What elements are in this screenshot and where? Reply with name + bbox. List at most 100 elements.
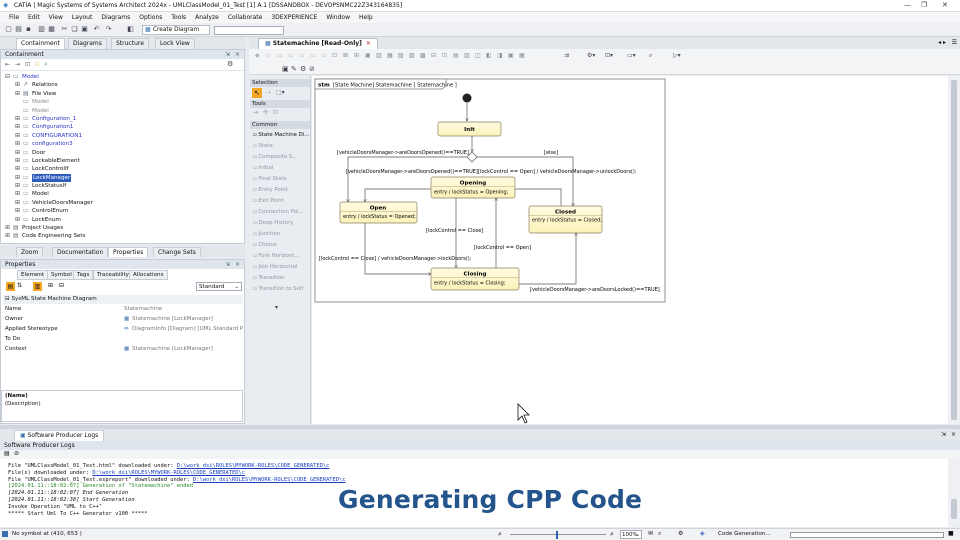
link-icon[interactable]: ⊘ xyxy=(309,65,315,73)
log-path-link[interactable]: D:\work_dsi\ROLES\MYWORK-ROLES\CODE_GENE… xyxy=(177,463,330,469)
tab-tags[interactable]: Tags xyxy=(73,270,94,280)
mode-select[interactable]: Standard ⌄ xyxy=(196,282,242,291)
undo-icon[interactable]: ↶ xyxy=(92,25,101,34)
diagram-tool-icon[interactable]: ▦ xyxy=(387,52,393,59)
expand-icon[interactable]: ⊞ xyxy=(15,90,20,98)
diagram-tool-icon[interactable]: ▩ xyxy=(420,52,426,59)
pin-icon[interactable]: ⇲ xyxy=(225,50,230,59)
sort-icon[interactable]: ⇅ xyxy=(17,282,22,289)
expand-icon[interactable]: ⊞ xyxy=(15,81,20,89)
diagram-tool-icon[interactable]: ▤ xyxy=(453,52,459,59)
menu-3dexperience[interactable]: 3DEXPERIENCE xyxy=(271,14,317,21)
diagram-tool-icon[interactable]: ◆ xyxy=(255,52,260,59)
tab-software-producer-logs[interactable]: ▣ Software Producer Logs xyxy=(14,430,105,441)
filter-icon[interactable]: ▥ xyxy=(33,282,42,291)
tab-properties[interactable]: Properties xyxy=(108,247,149,257)
palette-item[interactable]: ▫ State xyxy=(253,143,273,149)
zoom-in-icon[interactable]: ⌕ xyxy=(610,530,614,539)
tab-documentation[interactable]: Documentation xyxy=(52,247,109,257)
scroll-tabs-icon[interactable]: ◂ ▸ xyxy=(938,39,946,46)
tab-containment[interactable]: Containment xyxy=(16,38,65,49)
property-row[interactable]: Applied Stereotype ⇔ DiagramInfo [Diagram]… xyxy=(4,326,243,335)
zoom-level-select[interactable]: 100% ⌄ xyxy=(620,530,642,539)
menu-edit[interactable]: Edit xyxy=(28,14,40,21)
tab-zoom[interactable]: Zoom xyxy=(16,247,44,257)
palette-item[interactable]: ▫ Junction xyxy=(253,231,280,237)
expand-icon[interactable]: ⊞ xyxy=(5,224,10,232)
diagram-tool-icon[interactable]: ▥ xyxy=(464,52,470,59)
menu-help[interactable]: Help xyxy=(359,14,373,21)
tree-item[interactable]: ⊞ ▤ File View xyxy=(1,90,244,98)
menu-analyze[interactable]: Analyze xyxy=(195,14,219,21)
tree-item[interactable]: ▭ Model xyxy=(1,107,244,115)
tree-item[interactable]: ⊞ ▭ LockControlIf xyxy=(1,165,244,173)
categorized-icon[interactable]: ▤ xyxy=(6,282,15,291)
palette-item[interactable]: ▫ State Machine Di... xyxy=(253,132,309,138)
diagram-tool-icon[interactable]: ⊟ xyxy=(431,52,436,59)
tree-item[interactable]: ⊞ ▭ LockableElement xyxy=(1,157,244,165)
gear-icon[interactable]: ⚙ xyxy=(227,60,233,68)
settings-icon[interactable]: ⚙ xyxy=(300,65,306,73)
diagram-tool-icon[interactable]: ◫ xyxy=(475,52,481,59)
save-log-icon[interactable]: ▤ xyxy=(4,450,10,457)
state-open[interactable]: Open entry / lockStatus = Opened; xyxy=(339,201,418,224)
expand-icon[interactable]: ⊞ xyxy=(15,216,20,224)
cut-icon[interactable]: ✂ xyxy=(60,25,69,34)
expand-icon[interactable]: ⇥ xyxy=(15,61,20,68)
expand-icon[interactable]: ⊞ xyxy=(15,157,20,165)
canvas-vertical-scrollbar[interactable] xyxy=(948,76,960,424)
save-all-icon[interactable]: ▦ xyxy=(47,25,56,34)
property-row[interactable]: Owner ▦ Statemachine [LockManager] xyxy=(4,316,242,325)
clear-log-icon[interactable]: ⊘ xyxy=(14,450,19,457)
filter-icon[interactable]: ⊡ xyxy=(25,61,30,68)
panel-close-icon[interactable]: × xyxy=(235,50,240,59)
zoom-icon[interactable]: ⌕ xyxy=(498,530,502,539)
diagram-tool-icon[interactable]: ▭ xyxy=(299,52,305,59)
expand-icon[interactable]: ⊞ xyxy=(5,232,10,240)
diagram-tool-icon[interactable]: ▣ xyxy=(508,52,514,59)
open-icon[interactable]: ▤ xyxy=(14,25,23,34)
paste-icon[interactable]: ▣ xyxy=(80,25,89,34)
diagram-tool-icon[interactable]: ▥ xyxy=(376,52,382,59)
expand-icon[interactable]: ⊞ xyxy=(15,140,20,148)
diagram-tool-icon[interactable]: ◧ xyxy=(486,52,492,59)
diagram-tool-icon[interactable]: ▦ xyxy=(519,52,525,59)
diagram-tool-icon[interactable]: ▭ xyxy=(277,52,283,59)
initial-node[interactable] xyxy=(462,93,472,103)
tool-a-icon[interactable]: ⇥ xyxy=(253,109,258,116)
expand-icon[interactable]: ⊞ xyxy=(15,115,20,123)
state-closed[interactable]: Closed entry / lockStatus = Closed; xyxy=(528,205,603,234)
log-scrollbar[interactable] xyxy=(948,459,960,527)
diagram-tool-icon[interactable]: ⊠ xyxy=(343,52,348,59)
pointer-tool-icon[interactable]: ↖ xyxy=(252,88,262,98)
notification-icon[interactable]: ✉ xyxy=(648,530,653,537)
palette-item[interactable]: ▫ Composite S... xyxy=(253,154,297,160)
palette-item[interactable]: ▫ Transition xyxy=(253,275,284,281)
expand-icon[interactable]: ⊞ xyxy=(15,132,20,140)
expand-icon[interactable]: ⊞ xyxy=(15,207,20,215)
expand-icon[interactable]: ⊞ xyxy=(15,123,20,131)
tree-item[interactable]: ⊞ ▭ Model xyxy=(1,190,244,198)
diagram-tool-icon[interactable]: ⊞ xyxy=(354,52,359,59)
palette-item[interactable]: ▫ Join Horizontal xyxy=(253,264,297,270)
diagram-tool-icon[interactable]: ◇ xyxy=(266,52,271,59)
diagram-tool-icon[interactable]: ⊡ xyxy=(442,52,447,59)
palette-item[interactable]: ▫ Exit Point xyxy=(253,198,284,204)
tree-item[interactable]: ⊞ ▭ LockManager xyxy=(1,173,244,183)
expand-icon[interactable]: ⊞ xyxy=(15,174,20,182)
tree-item[interactable]: ⊞ ↗ Relations xyxy=(1,81,244,89)
diagram-tool-icon[interactable]: ▷▾ xyxy=(673,52,681,59)
collapse-icon[interactable]: ⊟ xyxy=(5,73,10,81)
menu-file[interactable]: File xyxy=(9,14,19,21)
toolbar-combo[interactable] xyxy=(214,26,284,35)
tree-item[interactable]: ⊞ ▭ LockStatusIf xyxy=(1,182,244,190)
property-row[interactable]: Context ▦ Statemachine [LockManager] xyxy=(4,346,242,355)
diagram-canvas[interactable]: stm [State Machine] Statemachine [ State… xyxy=(312,76,948,424)
zoom-slider[interactable] xyxy=(510,534,606,535)
tree-item[interactable]: ▭ Model xyxy=(1,98,244,106)
diagram-tool-icon[interactable]: ⚙▾ xyxy=(587,52,595,59)
cancel-task-icon[interactable]: ■ xyxy=(948,530,954,537)
diagram-tool-icon[interactable]: ⌕ xyxy=(649,52,652,60)
collapse-all-icon[interactable]: ⊟ xyxy=(59,282,64,289)
property-row[interactable]: To Do xyxy=(4,336,242,345)
